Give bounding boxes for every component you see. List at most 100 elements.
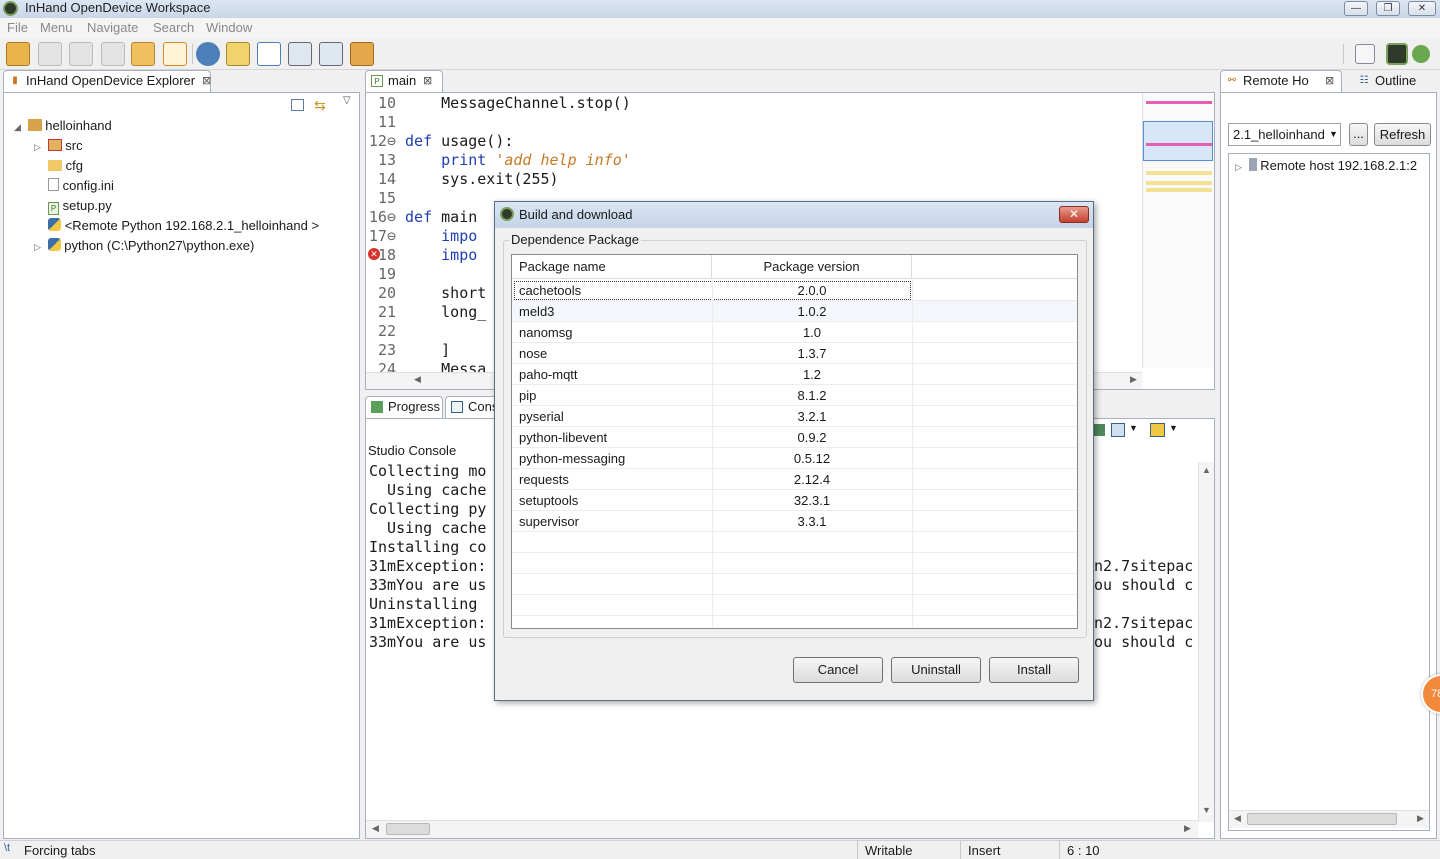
table-row[interactable] — [512, 532, 1077, 553]
code-line[interactable]: 17⊖ impo — [366, 227, 477, 246]
print-icon[interactable] — [101, 42, 125, 66]
view-menu-icon[interactable]: ▽ — [343, 95, 351, 106]
uninstall-button[interactable]: Uninstall — [891, 657, 981, 683]
console-vscrollbar[interactable]: ▲ ▼ — [1198, 462, 1214, 822]
tree-item-remote-python[interactable]: <Remote Python 192.168.2.1_helloinhand > — [14, 216, 319, 236]
restore-button[interactable]: ❐ — [1376, 1, 1400, 16]
scroll-left-icon[interactable]: ◀ — [414, 374, 421, 385]
table-row[interactable] — [512, 595, 1077, 616]
scroll-right-icon[interactable]: ▶ — [1130, 374, 1137, 385]
code-line[interactable]: 23 ] — [366, 341, 450, 360]
package-icon[interactable] — [350, 42, 374, 66]
scroll-thumb[interactable] — [386, 823, 430, 835]
tab-outline[interactable]: ☷ Outline — [1352, 70, 1436, 92]
table-row[interactable]: cachetools 2.0.0 — [512, 280, 1077, 301]
menu-menu[interactable]: Menu — [40, 20, 73, 35]
tree-item-config[interactable]: config.ini — [14, 176, 319, 196]
console-icon[interactable] — [288, 42, 312, 66]
minimize-button[interactable]: — — [1344, 1, 1368, 16]
menu-window[interactable]: Window — [206, 20, 252, 35]
menu-file[interactable]: File — [7, 20, 28, 35]
scroll-up-icon[interactable]: ▲ — [1202, 465, 1211, 475]
scroll-left-icon[interactable]: ◀ — [1234, 813, 1241, 824]
tree-item-python[interactable]: ▷ python (C:\Python27\python.exe) — [14, 236, 319, 256]
table-row[interactable]: setuptools 32.3.1 — [512, 490, 1077, 511]
minimap-viewport[interactable] — [1143, 121, 1213, 161]
code-line[interactable]: 14 sys.exit(255) — [366, 170, 559, 189]
tree-item-remote-host[interactable]: ▷ Remote host 192.168.2.1:2 — [1235, 156, 1417, 176]
cancel-button[interactable]: Cancel — [793, 657, 883, 683]
new-file-icon[interactable] — [163, 42, 187, 66]
tree-item-project[interactable]: ◢ helloinhand — [14, 116, 319, 136]
browse-button[interactable]: ... — [1349, 123, 1368, 146]
dialog-close-button[interactable]: ✕ — [1059, 206, 1089, 223]
table-row[interactable]: pyserial 3.2.1 — [512, 406, 1077, 427]
console-output[interactable]: Collecting mo Using cache Collecting py U… — [369, 462, 494, 652]
collapsed-arrow-icon[interactable]: ▷ — [34, 137, 44, 157]
code-line[interactable]: 21 long_ — [366, 303, 486, 322]
expanded-arrow-icon[interactable]: ◢ — [14, 117, 24, 137]
new-project-icon[interactable] — [6, 42, 30, 66]
tab-progress[interactable]: Progress — [365, 396, 443, 418]
console-hscrollbar[interactable]: ◀ ▶ — [366, 820, 1198, 838]
save-icon[interactable] — [38, 42, 62, 66]
code-line[interactable]: 22 — [366, 322, 405, 341]
install-button[interactable]: Install — [989, 657, 1079, 683]
table-row[interactable]: python-messaging 0.5.12 — [512, 448, 1077, 469]
code-line[interactable]: 15 — [366, 189, 405, 208]
table-row[interactable]: meld3 1.0.2 — [512, 301, 1077, 322]
open-console-icon[interactable] — [1150, 423, 1165, 437]
column-header-version[interactable]: Package version — [712, 255, 912, 279]
menu-navigate[interactable]: Navigate — [87, 20, 138, 35]
python-icon[interactable] — [196, 42, 220, 66]
table-row[interactable]: paho-mqtt 1.2 — [512, 364, 1077, 385]
menu-search[interactable]: Search — [153, 20, 194, 35]
error-marker-icon[interactable]: ✕ — [368, 248, 380, 260]
tree-item-cfg[interactable]: cfg — [14, 156, 319, 176]
table-row[interactable]: supervisor 3.3.1 — [512, 511, 1077, 532]
remote-hscrollbar[interactable]: ◀ ▶ — [1229, 810, 1429, 828]
code-line[interactable]: 16⊖ def main — [366, 208, 477, 227]
minimap[interactable] — [1142, 93, 1214, 368]
scroll-right-icon[interactable]: ▶ — [1184, 823, 1191, 834]
link-editor-icon[interactable]: ⇆ — [314, 97, 326, 114]
table-row[interactable]: nose 1.3.7 — [512, 343, 1077, 364]
collapse-all-icon[interactable] — [291, 99, 304, 111]
table-row[interactable] — [512, 553, 1077, 574]
tree-item-src[interactable]: ▷ src — [14, 136, 319, 156]
code-line[interactable]: 13 print 'add help info' — [366, 151, 631, 170]
chevron-down-icon[interactable]: ▼ — [1129, 423, 1138, 433]
collapsed-arrow-icon[interactable]: ▷ — [34, 237, 44, 257]
sync-icon[interactable] — [319, 42, 343, 66]
scroll-down-icon[interactable]: ▼ — [1202, 805, 1211, 815]
scroll-thumb[interactable] — [1247, 813, 1397, 825]
open-perspective-icon[interactable] — [1355, 44, 1375, 64]
close-icon[interactable]: ⊠ — [1325, 71, 1334, 91]
refresh-button[interactable]: Refresh — [1374, 123, 1431, 146]
code-line[interactable]: 12⊖ def usage(): — [366, 132, 514, 151]
host-select[interactable]: 2.1_helloinhand ▼ — [1228, 123, 1341, 146]
scroll-left-icon[interactable]: ◀ — [372, 823, 379, 834]
inhand-perspective-icon[interactable] — [1386, 43, 1408, 65]
tree-item-setup[interactable]: P setup.py — [14, 196, 319, 216]
tab-explorer[interactable]: ▮ InHand OpenDevice Explorer ⊠ — [3, 70, 211, 92]
display-console-icon[interactable] — [1111, 423, 1125, 437]
close-window-button[interactable]: ✕ — [1408, 1, 1436, 16]
collapsed-arrow-icon[interactable]: ▷ — [1235, 157, 1245, 177]
code-line[interactable]: 19 — [366, 265, 405, 284]
scroll-right-icon[interactable]: ▶ — [1417, 813, 1424, 824]
download-icon[interactable] — [257, 42, 281, 66]
table-row[interactable]: pip 8.1.2 — [512, 385, 1077, 406]
code-line[interactable]: 18 impo — [366, 246, 477, 265]
table-row[interactable]: python-libevent 0.9.2 — [512, 427, 1077, 448]
upload-icon[interactable] — [226, 42, 250, 66]
chevron-down-icon[interactable]: ▼ — [1169, 423, 1178, 433]
close-icon[interactable]: ⊠ — [202, 71, 211, 91]
new-folder-icon[interactable] — [131, 42, 155, 66]
table-row[interactable]: requests 2.12.4 — [512, 469, 1077, 490]
tab-editor-main[interactable]: P main ⊠ — [365, 70, 443, 92]
debug-perspective-icon[interactable] — [1412, 45, 1430, 63]
code-line[interactable]: 10 MessageChannel.stop() — [366, 94, 631, 113]
column-header-name[interactable]: Package name — [512, 255, 712, 279]
save-all-icon[interactable] — [69, 42, 93, 66]
